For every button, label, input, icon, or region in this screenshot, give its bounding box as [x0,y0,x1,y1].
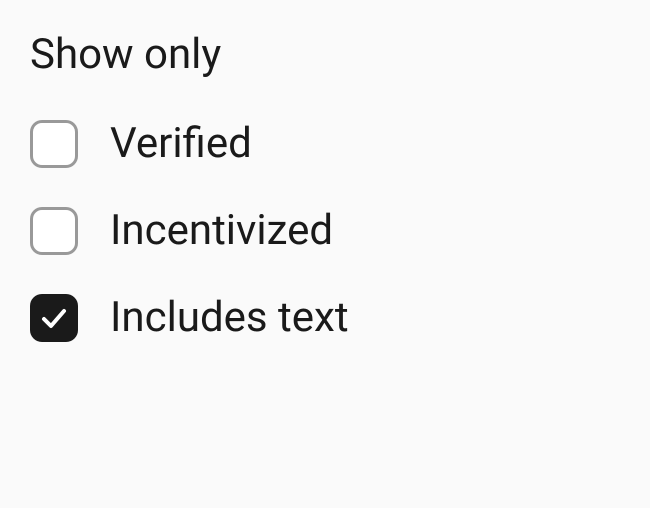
checkbox-list: Verified Incentivized Includes text [30,119,620,342]
checkbox-label-verified: Verified [110,119,252,168]
checkbox-row-incentivized[interactable]: Incentivized [30,206,620,255]
checkbox-label-includes-text: Includes text [110,293,349,342]
checkmark-icon [40,304,68,332]
filter-section: Show only Verified Incentivized [30,30,620,342]
checkbox-verified[interactable] [30,120,78,168]
checkbox-includes-text[interactable] [30,294,78,342]
checkbox-row-verified[interactable]: Verified [30,119,620,168]
checkbox-row-includes-text[interactable]: Includes text [30,293,620,342]
section-title: Show only [30,30,620,79]
checkbox-incentivized[interactable] [30,207,78,255]
checkbox-label-incentivized: Incentivized [110,206,333,255]
